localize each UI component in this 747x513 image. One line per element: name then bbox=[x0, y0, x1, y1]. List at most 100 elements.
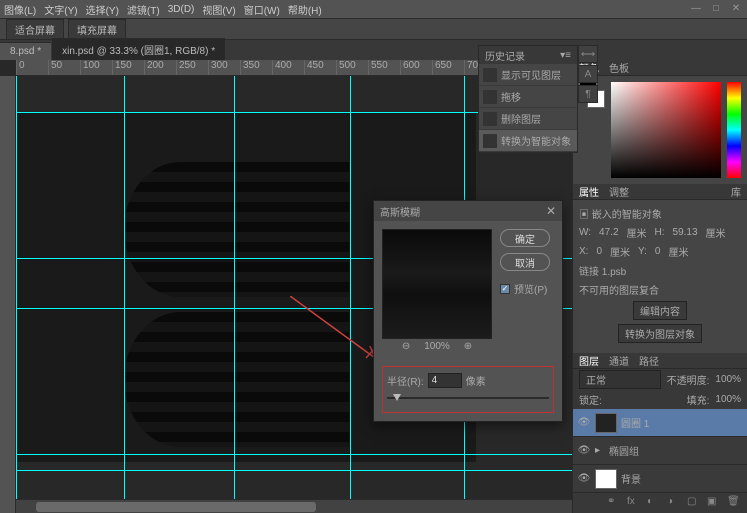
trash-icon[interactable]: 🗑 bbox=[727, 496, 741, 510]
convert-layer-button[interactable]: 转换为图层对象 bbox=[618, 324, 702, 343]
close-icon[interactable]: ✕ bbox=[546, 204, 556, 218]
history-panel: 历史记录▾≡ 显示可见图层 拖移 删除图层 转换为智能对象 bbox=[478, 45, 578, 153]
radius-input[interactable] bbox=[428, 373, 462, 388]
minimize-button[interactable]: — bbox=[689, 2, 703, 14]
color-picker[interactable] bbox=[611, 82, 721, 178]
layer-name[interactable]: 椭圆组 bbox=[609, 443, 639, 458]
tab-paths[interactable]: 路径 bbox=[639, 353, 659, 368]
blend-mode-select[interactable]: 正常 bbox=[579, 370, 661, 389]
guide-horizontal[interactable] bbox=[16, 470, 572, 471]
menubar: 图像(L) 文字(Y) 选择(Y) 滤镜(T) 3D(D) 视图(V) 窗口(W… bbox=[0, 0, 747, 18]
x-unit: 厘米 bbox=[610, 244, 630, 259]
cancel-button[interactable]: 取消 bbox=[500, 253, 550, 271]
menu-help[interactable]: 帮助(H) bbox=[288, 2, 322, 17]
ruler-vertical[interactable] bbox=[0, 76, 16, 513]
tab-channels[interactable]: 通道 bbox=[609, 353, 629, 368]
menu-window[interactable]: 窗口(W) bbox=[244, 2, 280, 17]
radius-label: 半径(R): bbox=[387, 373, 424, 388]
opacity-value[interactable]: 100% bbox=[715, 374, 741, 385]
w-value[interactable]: 47.2 bbox=[599, 227, 618, 238]
fx-icon[interactable]: fx bbox=[627, 496, 641, 510]
ruler-tick: 300 bbox=[208, 60, 240, 75]
tab-adjust[interactable]: 调整 bbox=[609, 184, 629, 199]
history-label: 拖移 bbox=[501, 89, 521, 104]
ruler-tick: 0 bbox=[16, 60, 48, 75]
tab-doc2[interactable]: xin.psd @ 33.3% (圆圈1, RGB/8) * bbox=[52, 38, 225, 60]
y-value[interactable]: 0 bbox=[655, 246, 661, 257]
visibility-icon[interactable]: 👁 bbox=[577, 416, 591, 430]
menu-select[interactable]: 选择(Y) bbox=[86, 2, 119, 17]
adjustment-icon[interactable]: ◑ bbox=[667, 496, 681, 510]
history-icon bbox=[483, 68, 497, 82]
x-value[interactable]: 0 bbox=[596, 246, 602, 257]
x-label: X: bbox=[579, 246, 588, 257]
collapsed-panel-tabs: ⟷ A ¶ bbox=[578, 45, 598, 105]
slider-knob[interactable] bbox=[393, 394, 401, 401]
lock-label: 锁定: bbox=[579, 392, 602, 407]
ruler-tick: 450 bbox=[304, 60, 336, 75]
scrollbar-horizontal[interactable] bbox=[16, 499, 572, 513]
scrollbar-thumb[interactable] bbox=[36, 502, 316, 512]
zoom-in-icon[interactable]: ⊕ bbox=[464, 341, 472, 352]
guide-horizontal[interactable] bbox=[16, 454, 572, 455]
preview-checkbox[interactable]: ✓ 预览(P) bbox=[500, 281, 550, 296]
fit-screen-button[interactable]: 适合屏幕 bbox=[6, 19, 64, 40]
ok-button[interactable]: 确定 bbox=[500, 229, 550, 247]
menu-image[interactable]: 图像(L) bbox=[4, 2, 36, 17]
ruler-tick: 600 bbox=[400, 60, 432, 75]
radius-control-highlight: 半径(R): 像素 bbox=[382, 366, 554, 413]
tab-swatches[interactable]: 色板 bbox=[609, 60, 629, 75]
collapsed-tab[interactable]: ¶ bbox=[578, 85, 598, 103]
ruler-tick: 650 bbox=[432, 60, 464, 75]
history-item[interactable]: 删除图层 bbox=[479, 108, 577, 130]
new-layer-icon[interactable]: ▣ bbox=[707, 496, 721, 510]
menu-text[interactable]: 文字(Y) bbox=[44, 2, 77, 17]
layers-panel-header: 图层 通道 路径 bbox=[573, 353, 747, 369]
mask-icon[interactable]: ◐ bbox=[647, 496, 661, 510]
visibility-icon[interactable]: 👁 bbox=[577, 444, 591, 458]
history-item[interactable]: 拖移 bbox=[479, 86, 577, 108]
history-item[interactable]: 转换为智能对象 bbox=[479, 130, 577, 152]
smart-object-label: ▣ 嵌入的智能对象 bbox=[579, 206, 741, 221]
link-layers-icon[interactable]: ⚭ bbox=[607, 496, 621, 510]
history-item[interactable]: 显示可见图层 bbox=[479, 64, 577, 86]
tab-layers[interactable]: 图层 bbox=[579, 353, 599, 368]
radius-slider[interactable] bbox=[387, 394, 549, 402]
fill-value[interactable]: 100% bbox=[715, 394, 741, 405]
fill-screen-button[interactable]: 填充屏幕 bbox=[68, 19, 126, 40]
menu-3d[interactable]: 3D(D) bbox=[168, 4, 195, 15]
checkbox-icon: ✓ bbox=[500, 284, 510, 294]
tab-properties[interactable]: 属性 bbox=[579, 184, 599, 199]
visibility-icon[interactable]: 👁 bbox=[577, 472, 591, 486]
w-unit: 厘米 bbox=[627, 225, 647, 240]
props-panel-header: 属性 调整 库 bbox=[573, 184, 747, 200]
layer-name[interactable]: 圆圈 1 bbox=[621, 415, 649, 430]
edit-content-button[interactable]: 编辑内容 bbox=[633, 301, 687, 320]
ruler-tick: 200 bbox=[144, 60, 176, 75]
tab-doc1[interactable]: 8.psd * bbox=[0, 42, 51, 60]
zoom-out-icon[interactable]: ⊖ bbox=[402, 341, 410, 352]
menu-view[interactable]: 视图(V) bbox=[202, 2, 235, 17]
layer-row[interactable]: 👁 背景 bbox=[573, 465, 747, 493]
panel-menu-icon[interactable]: ▾≡ bbox=[560, 50, 571, 61]
layer-name[interactable]: 背景 bbox=[621, 471, 641, 486]
folder-icon[interactable]: ▢ bbox=[687, 496, 701, 510]
h-label: H: bbox=[655, 227, 665, 238]
layer-row[interactable]: 👁 圆圈 1 bbox=[573, 409, 747, 437]
guide-vertical[interactable] bbox=[350, 76, 351, 513]
menu-filter[interactable]: 滤镜(T) bbox=[127, 2, 160, 17]
hue-slider[interactable] bbox=[727, 82, 741, 178]
blur-preview[interactable] bbox=[382, 229, 492, 339]
layers-panel: 正常 不透明度: 100% 锁定: 填充: 100% 👁 圆圈 1 👁 ▸ 椭圆… bbox=[573, 369, 747, 513]
layers-list: 👁 圆圈 1 👁 ▸ 椭圆组 👁 背景 bbox=[573, 409, 747, 493]
close-button[interactable]: ✕ bbox=[729, 2, 743, 14]
maximize-button[interactable]: □ bbox=[709, 2, 723, 14]
h-value[interactable]: 59.13 bbox=[673, 227, 698, 238]
collapsed-tab[interactable]: ⟷ bbox=[578, 45, 598, 63]
tab-library[interactable]: 库 bbox=[731, 184, 741, 199]
layer-row[interactable]: 👁 ▸ 椭圆组 bbox=[573, 437, 747, 465]
collapsed-tab[interactable]: A bbox=[578, 65, 598, 83]
guide-vertical[interactable] bbox=[124, 76, 125, 513]
guide-vertical[interactable] bbox=[234, 76, 235, 513]
guide-vertical[interactable] bbox=[16, 76, 17, 513]
